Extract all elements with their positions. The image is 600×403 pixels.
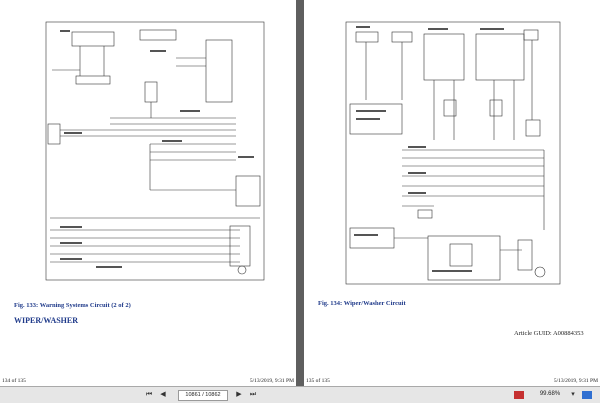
article-guid: Article GUID: A00884353 — [514, 330, 584, 337]
fit-page-icon[interactable] — [582, 391, 592, 399]
wiper-washer-circuit-diagram — [345, 21, 561, 285]
next-page-icon[interactable]: ▶ — [234, 390, 244, 399]
figure-caption: Fig. 134: Wiper/Washer Circuit — [318, 300, 406, 307]
page-footer-left: 134 of 135 — [2, 378, 26, 384]
viewer-toolbar: ⏮ ◀ 10861 / 10862 ▶ ⏭ 99.68% ▾ — [0, 386, 600, 403]
figure-caption: Fig. 133: Warning Systems Circuit (2 of … — [14, 302, 131, 309]
document-page-right: Fig. 134: Wiper/Washer Circuit Article G… — [304, 0, 600, 386]
zoom-level[interactable]: 99.68% — [535, 390, 565, 399]
first-page-icon[interactable]: ⏮ — [144, 390, 154, 399]
page-footer-left: 135 of 135 — [306, 378, 330, 384]
previous-page-icon[interactable]: ◀ — [158, 390, 168, 399]
document-page-left: Fig. 133: Warning Systems Circuit (2 of … — [0, 0, 296, 386]
section-title: WIPER/WASHER — [14, 316, 79, 325]
last-page-icon[interactable]: ⏭ — [248, 390, 258, 399]
warning-systems-circuit-diagram — [45, 21, 265, 281]
page-number-input[interactable]: 10861 / 10862 — [178, 390, 228, 401]
zoom-out-icon[interactable] — [514, 391, 524, 399]
zoom-dropdown-icon[interactable]: ▾ — [568, 390, 578, 399]
page-footer-right: 5/13/2019, 9:31 PM — [553, 378, 598, 384]
page-footer-right: 5/13/2019, 9:31 PM — [249, 378, 294, 384]
